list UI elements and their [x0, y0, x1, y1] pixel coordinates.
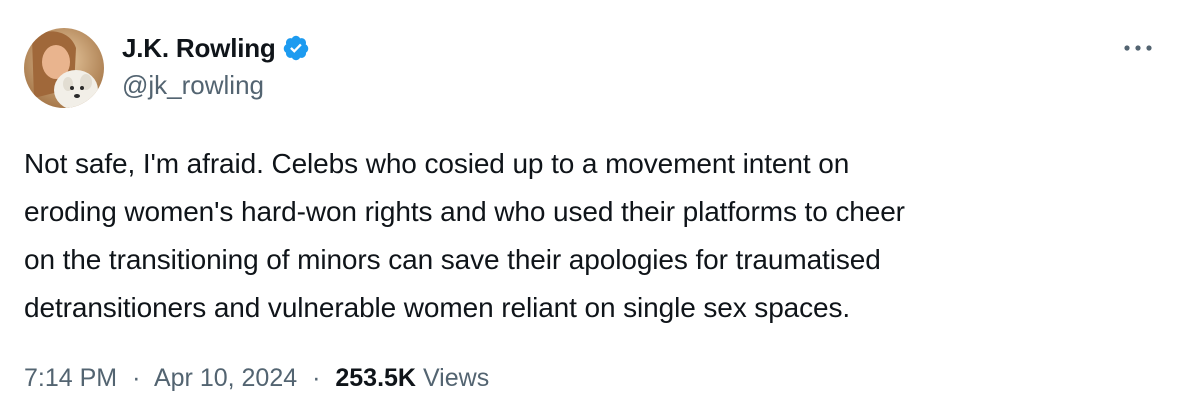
separator-dot: · [312, 364, 321, 392]
display-name[interactable]: J.K. Rowling [122, 33, 276, 64]
separator-dot: · [132, 364, 141, 392]
profile-photo [24, 28, 104, 108]
author-handle[interactable]: @jk_rowling [122, 70, 310, 101]
more-button[interactable] [1118, 36, 1158, 60]
verified-badge-icon [282, 34, 310, 62]
views-label: Views [422, 364, 490, 392]
views-count[interactable]: 253.5K [335, 364, 416, 392]
name-row: J.K. Rowling [122, 30, 310, 66]
tweet-card: J.K. Rowling @jk_rowling Not safe, I'm a… [0, 0, 1184, 420]
more-horizontal-icon [1124, 45, 1152, 51]
tweet-meta: 7:14 PM · Apr 10, 2024 · 253.5K Views [24, 364, 489, 393]
tweet-text: Not safe, I'm afraid. Celebs who cosied … [24, 148, 905, 323]
author-block: J.K. Rowling @jk_rowling [122, 30, 310, 101]
tweet-date[interactable]: Apr 10, 2024 [154, 364, 297, 392]
tweet-time[interactable]: 7:14 PM [24, 364, 117, 392]
avatar[interactable] [24, 28, 104, 108]
